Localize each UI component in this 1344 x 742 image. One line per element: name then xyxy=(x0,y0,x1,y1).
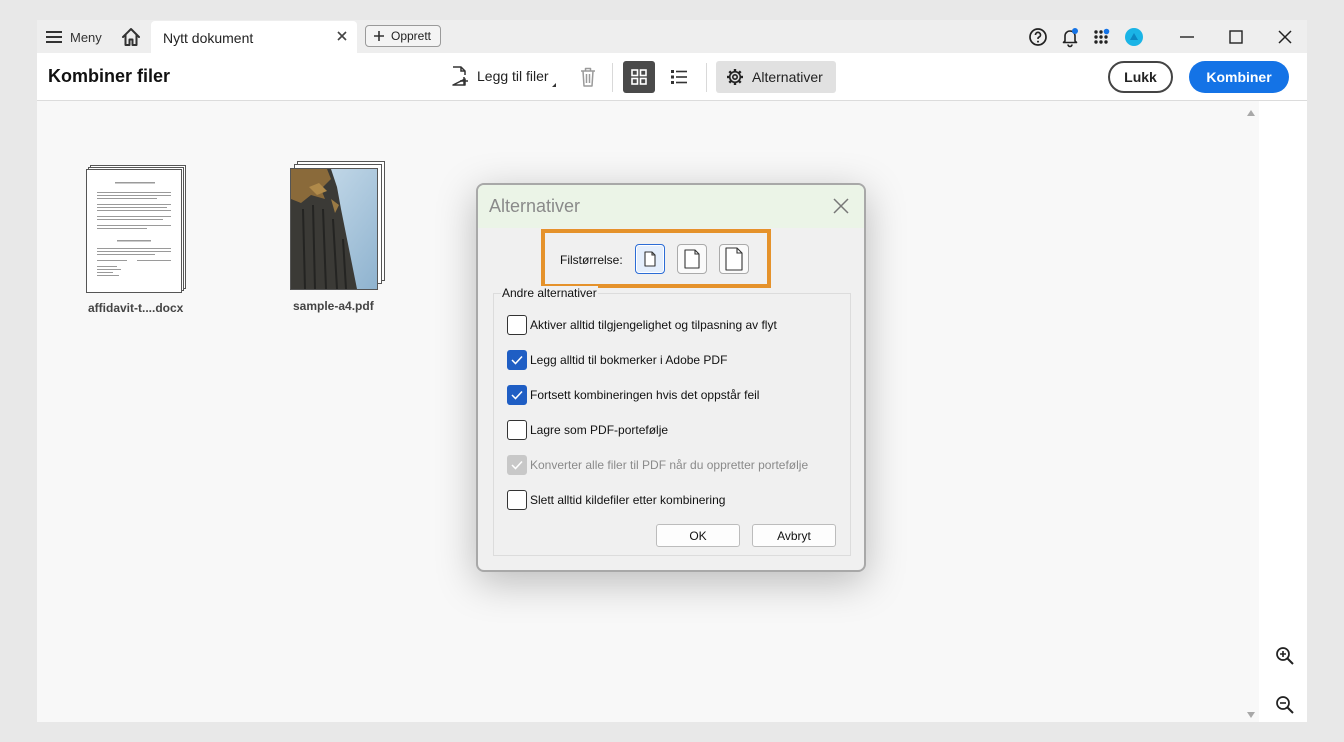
document-thumbnail-icon xyxy=(97,182,171,276)
option-label: Konverter alle filer til PDF når du oppr… xyxy=(530,458,809,472)
plus-icon xyxy=(374,31,384,41)
group-title: Andre alternativer xyxy=(501,286,598,300)
add-file-icon xyxy=(452,66,468,86)
dialog-header: Alternativer xyxy=(478,185,864,228)
options-button[interactable]: Alternativer xyxy=(716,61,836,93)
gear-icon xyxy=(727,69,743,85)
option-save-portfolio[interactable]: Lagre som PDF-portefølje xyxy=(507,420,668,440)
file-name: affidavit-t....docx xyxy=(88,301,184,315)
apps-grid-icon[interactable] xyxy=(1091,26,1113,48)
options-dialog: Alternativer Filstørrelse: Andre alterna… xyxy=(476,183,866,572)
small-page-icon xyxy=(644,251,656,267)
maximize-icon[interactable] xyxy=(1225,26,1247,48)
combine-button[interactable]: Kombiner xyxy=(1189,61,1289,93)
add-files-label: Legg til filer xyxy=(477,68,549,84)
tab-document[interactable]: Nytt dokument xyxy=(151,21,357,53)
toolbar-divider xyxy=(612,63,613,92)
option-label: Slett alltid kildefiler etter kombinerin… xyxy=(530,493,726,507)
file-size-medium-button[interactable] xyxy=(677,244,707,274)
new-label: Opprett xyxy=(391,29,432,43)
checkbox[interactable] xyxy=(507,350,527,370)
option-label: Legg alltid til bokmerker i Adobe PDF xyxy=(530,353,728,367)
file-item[interactable]: affidavit-t....docx xyxy=(86,165,186,325)
notification-bell-icon[interactable] xyxy=(1059,26,1081,48)
cancel-button[interactable]: Avbryt xyxy=(752,524,836,547)
option-continue-on-error[interactable]: Fortsett kombineringen hvis det oppstår … xyxy=(507,385,759,405)
ok-button[interactable]: OK xyxy=(656,524,740,547)
checkbox xyxy=(507,455,527,475)
file-size-large-button[interactable] xyxy=(719,244,749,274)
file-item[interactable]: sample-a4.pdf xyxy=(289,161,399,325)
window-close-icon[interactable] xyxy=(1274,26,1296,48)
home-icon[interactable] xyxy=(120,26,142,48)
other-options-group: Andre alternativer Aktiver alltid tilgje… xyxy=(493,286,851,556)
checkmark-icon xyxy=(511,390,523,400)
menu-label: Meny xyxy=(70,29,102,45)
scroll-down-icon[interactable] xyxy=(1247,712,1255,718)
new-button[interactable]: Opprett xyxy=(365,25,441,47)
list-view-icon[interactable] xyxy=(667,65,691,89)
dialog-title: Alternativer xyxy=(489,196,581,216)
option-label: Lagre som PDF-portefølje xyxy=(530,423,669,437)
add-files-button[interactable]: Legg til filer xyxy=(451,66,549,86)
zoom-out-icon[interactable] xyxy=(1275,695,1295,715)
option-bookmarks[interactable]: Legg alltid til bokmerker i Adobe PDF xyxy=(507,350,727,370)
option-label: Aktiver alltid tilgjengelighet og tilpas… xyxy=(530,318,777,332)
option-convert-to-pdf: Konverter alle filer til PDF når du oppr… xyxy=(507,455,808,475)
medium-page-icon xyxy=(684,249,700,269)
large-page-icon xyxy=(725,247,743,271)
file-name: sample-a4.pdf xyxy=(293,299,374,313)
file-size-selector: Filstørrelse: xyxy=(541,229,771,288)
zoom-in-icon[interactable] xyxy=(1275,646,1295,666)
close-button[interactable]: Lukk xyxy=(1108,61,1173,93)
caret-down-icon[interactable] xyxy=(552,83,556,87)
photo-thumbnail-icon xyxy=(291,169,377,289)
checkmark-icon xyxy=(511,355,523,365)
checkbox[interactable] xyxy=(507,420,527,440)
checkbox[interactable] xyxy=(507,315,527,335)
help-icon[interactable] xyxy=(1027,26,1049,48)
avatar-icon[interactable] xyxy=(1123,26,1145,48)
toolbar: Kombiner filer Legg til filer Alternativ… xyxy=(37,53,1307,101)
option-label: Fortsett kombineringen hvis det oppstår … xyxy=(530,388,760,402)
close-icon[interactable] xyxy=(335,29,349,43)
file-size-label: Filstørrelse: xyxy=(560,253,623,267)
photo-thumbnail xyxy=(290,168,378,290)
title-bar: Meny Nytt dokument Opprett xyxy=(37,20,1307,53)
document-thumbnail xyxy=(86,169,182,293)
checkbox[interactable] xyxy=(507,385,527,405)
tab-title: Nytt dokument xyxy=(163,30,254,46)
toolbar-divider xyxy=(706,63,707,92)
close-icon[interactable] xyxy=(832,197,850,215)
grid-view-icon xyxy=(631,69,647,85)
hamburger-icon xyxy=(46,31,62,43)
page-title: Kombiner filer xyxy=(48,66,171,86)
grid-view-button[interactable] xyxy=(623,61,655,93)
scroll-up-icon[interactable] xyxy=(1247,110,1255,116)
checkbox[interactable] xyxy=(507,490,527,510)
minimize-icon[interactable] xyxy=(1176,26,1198,48)
option-delete-source[interactable]: Slett alltid kildefiler etter kombinerin… xyxy=(507,490,725,510)
file-size-small-button[interactable] xyxy=(635,244,665,274)
option-accessibility[interactable]: Aktiver alltid tilgjengelighet og tilpas… xyxy=(507,315,777,335)
trash-icon[interactable] xyxy=(578,66,598,88)
menu-button[interactable]: Meny xyxy=(46,27,102,47)
options-label: Alternativer xyxy=(752,69,823,85)
right-panel xyxy=(1259,101,1307,722)
checkmark-icon xyxy=(511,460,523,470)
